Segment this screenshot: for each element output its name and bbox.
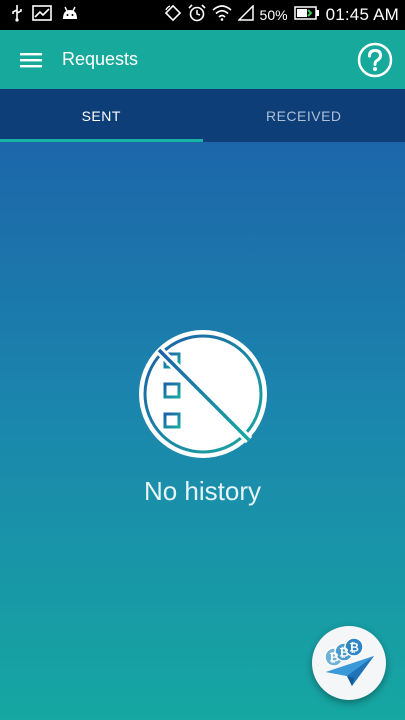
tab-bar: SENT RECEIVED (0, 89, 405, 142)
help-icon[interactable] (357, 42, 393, 78)
signal-icon (236, 3, 254, 26)
wifi-icon (211, 4, 232, 26)
tab-received[interactable]: RECEIVED (203, 89, 405, 142)
send-request-fab[interactable]: ₿ ₿ ₿ (312, 626, 386, 700)
page-title: Requests (62, 49, 139, 69)
battery-icon (293, 5, 320, 25)
status-time: 01:45 AM (325, 5, 399, 24)
main-content: No history ₿ ₿ ₿ (0, 142, 405, 720)
alarm-icon (187, 3, 206, 27)
hamburger-menu-icon[interactable] (0, 30, 62, 89)
chart-icon (32, 4, 52, 26)
tab-sent[interactable]: SENT (0, 89, 203, 142)
rotate-icon (164, 4, 182, 27)
usb-icon (10, 4, 24, 27)
svg-text:₿: ₿ (329, 651, 339, 665)
send-bitcoin-icon: ₿ ₿ ₿ (324, 637, 374, 686)
battery-percentage: 50% (259, 7, 288, 23)
android-icon (60, 5, 80, 26)
svg-text:₿: ₿ (339, 646, 349, 660)
no-history-icon (137, 328, 269, 460)
status-bar: 50% 01:45 AM (0, 0, 405, 30)
app-bar: Requests (0, 30, 405, 89)
empty-state-message: No history (143, 476, 262, 506)
svg-text:₿: ₿ (349, 641, 359, 655)
